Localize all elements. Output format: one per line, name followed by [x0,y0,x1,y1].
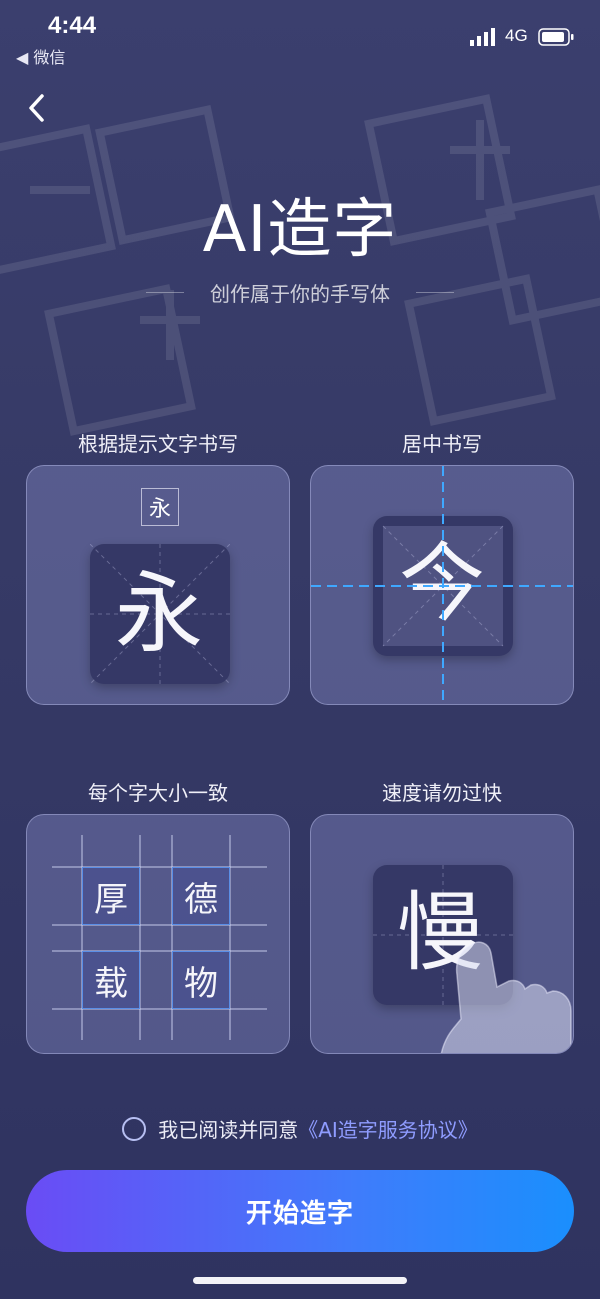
start-button[interactable]: 开始造字 [26,1170,574,1252]
tip-label-size: 每个字大小一致 [88,781,228,805]
page-subtitle: 创作属于你的手写体 [210,282,390,306]
status-time: 4:44 [48,12,97,39]
tip-card-size: 厚 德 载 物 [26,814,290,1054]
network-type: 4G [505,26,528,45]
tip-label-center: 居中书写 [402,432,482,456]
grid-character: 厚 [82,867,140,925]
center-guide-lines [311,466,573,704]
tip-card-speed: 慢 [310,814,574,1054]
tip-label-speed: 速度请勿过快 [382,781,502,805]
tip-label-prompt: 根据提示文字书写 [78,432,238,456]
battery-icon [538,28,574,46]
back-to-app-link[interactable]: ◀ 微信 [16,44,65,68]
divider-left [146,292,184,293]
grid-character: 德 [172,867,230,925]
grid-character: 载 [82,951,140,1009]
tip-card-center: 今 [310,465,574,705]
chevron-left-icon [29,94,44,122]
grid-lines [52,835,267,1040]
writing-tile: 永 [90,544,230,684]
hint-character: 永 [141,488,179,526]
home-indicator[interactable] [193,1277,407,1284]
agree-radio[interactable] [122,1116,147,1141]
sample-character: 永 [115,562,204,665]
grid-character: 物 [172,951,230,1009]
signal-icon [470,28,495,46]
tip-card-prompt: 永 永 [26,465,290,705]
page-title: AI造字 [202,193,398,267]
subtitle-row: 创作属于你的手写体 [0,278,600,307]
divider-right [416,292,454,293]
back-button[interactable] [18,90,54,126]
agreement-row: 我已阅读并同意 《AI造字服务协议》 [0,1114,600,1143]
status-bar: 4:44 ◀ 微信 4G [0,0,600,72]
hand-icon [440,941,572,1053]
agreement-text: 我已阅读并同意 [158,1118,299,1142]
agreement-link[interactable]: 《AI造字服务协议》 [298,1114,478,1143]
